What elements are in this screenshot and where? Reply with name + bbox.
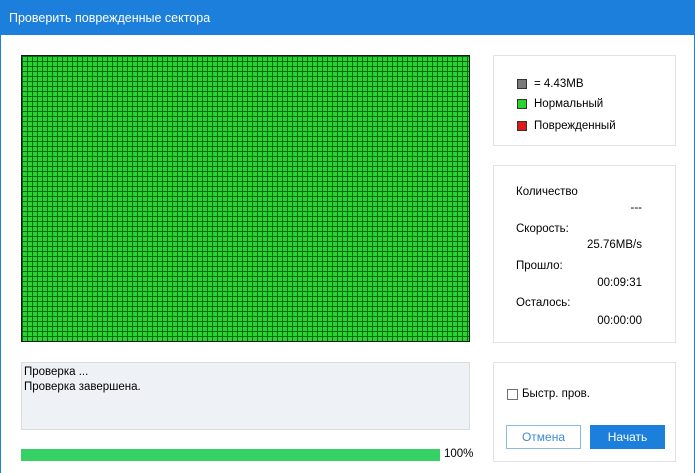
cancel-button[interactable]: Отмена xyxy=(506,425,581,449)
legend-item-block-size: = 4.43MB xyxy=(517,77,584,91)
legend-swatch-normal xyxy=(517,99,527,109)
progress-bar xyxy=(21,449,440,461)
progress-fill xyxy=(21,449,440,461)
legend-label-normal: Нормальный xyxy=(534,98,604,110)
elapsed-value: 00:09:31 xyxy=(597,277,642,289)
title-bar: Проверить поврежденные сектора xyxy=(0,0,695,35)
start-button[interactable]: Начать xyxy=(590,425,665,449)
quick-check-label[interactable]: Быстр. пров. xyxy=(522,388,590,400)
quick-check-checkbox[interactable] xyxy=(507,388,518,400)
log-line: Проверка ... xyxy=(24,366,89,378)
log-line: Проверка завершена. xyxy=(24,381,141,393)
legend-panel: = 4.43MB Нормальный Поврежденный xyxy=(493,55,676,146)
legend-swatch-block-size xyxy=(517,79,527,89)
speed-value: 25.76MB/s xyxy=(587,239,642,251)
window-title: Проверить поврежденные сектора xyxy=(9,11,211,25)
stats-panel: Количество --- Скорость: 25.76MB/s Прошл… xyxy=(493,165,676,343)
speed-label: Скорость: xyxy=(516,223,569,235)
legend-label-block-size: = 4.43MB xyxy=(534,78,584,90)
count-value: --- xyxy=(630,202,643,214)
legend-item-normal: Нормальный xyxy=(517,97,603,111)
legend-item-damaged: Поврежденный xyxy=(517,119,616,133)
elapsed-label: Прошло: xyxy=(516,260,563,272)
controls-panel: Быстр. пров. Отмена Начать xyxy=(493,362,676,462)
sector-map xyxy=(21,55,470,342)
quick-check-option[interactable]: Быстр. пров. xyxy=(507,388,590,400)
legend-label-damaged: Поврежденный xyxy=(534,120,616,132)
count-label: Количество xyxy=(516,186,578,198)
legend-swatch-damaged xyxy=(517,121,527,131)
progress-percent: 100% xyxy=(444,448,474,460)
window-border-left xyxy=(0,35,1,473)
remaining-value: 00:00:00 xyxy=(597,315,642,327)
remaining-label: Осталось: xyxy=(516,297,571,309)
log-area[interactable]: Проверка ... Проверка завершена. xyxy=(21,362,470,430)
